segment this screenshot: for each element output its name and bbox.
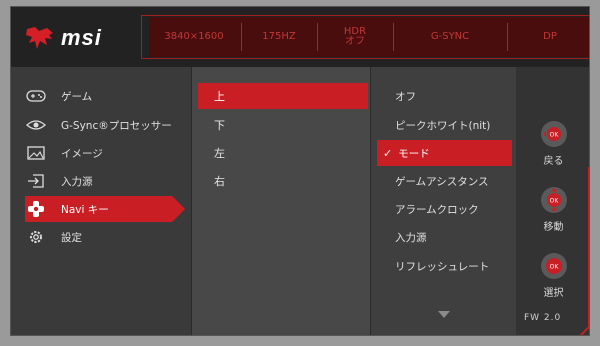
menu-item-settings[interactable]: 設定 [25,224,185,250]
osd-header: msi 3840×1600 175HZ HDR オフ G-SYNC DP [11,7,589,67]
joystick-press-icon: OK [540,253,567,279]
ok-text: OK [549,132,559,139]
image-icon [25,145,47,161]
ok-text: OK [549,198,559,205]
option-input-source[interactable]: 入力源 [377,224,512,250]
function-options: オフ ピークホワイト(nit) ✓ モード ゲームアシスタンス アラームクロック… [371,67,516,335]
status-hdr: HDR オフ [319,17,391,57]
joystick-left-icon: OK [540,121,567,147]
option-off[interactable]: オフ [377,83,512,109]
firmware-version: FW 2.0 [524,313,562,323]
sub-item-right[interactable]: 右 [198,168,368,194]
move-label: 移動 [543,222,564,233]
option-refresh-rate[interactable]: リフレッシュレート [377,253,512,279]
gamepad-icon [25,88,47,104]
menu-item-label: Navi キー [61,203,109,216]
menu-item-game[interactable]: ゲーム [25,83,185,109]
back-label: 戻る [543,156,564,167]
menu-item-label: イメージ [61,147,103,160]
status-hdr-value: オフ [345,36,365,47]
navi-key-icon [25,201,47,217]
back-control: OK 戻る [516,119,589,167]
option-label: モード [398,147,430,160]
menu-item-label: 設定 [61,231,82,244]
menu-item-gsync-processor[interactable]: G-Sync®プロセッサー [25,112,185,138]
menu-item-navi-key[interactable]: Navi キー [25,196,185,222]
sub-item-up[interactable]: 上 [198,83,368,109]
status-separator [393,23,394,51]
menu-item-image[interactable]: イメージ [25,140,185,166]
option-game-assistance[interactable]: ゲームアシスタンス [377,168,512,194]
option-mode[interactable]: ✓ モード [377,140,512,166]
status-resolution: 3840×1600 [164,31,224,42]
input-icon [25,173,47,189]
status-input: DP [543,31,557,42]
status-separator [507,23,508,51]
menu-item-label: ゲーム [61,90,93,103]
gear-icon [25,229,47,245]
joystick-updown-icon: OK [540,187,567,213]
checkmark-icon: ✓ [383,146,393,160]
status-separator [317,23,318,51]
msi-dragon-icon [26,27,53,49]
option-peak-white[interactable]: ピークホワイト(nit) [377,112,512,138]
menu-item-label: 入力源 [61,175,93,188]
sub-item-left[interactable]: 左 [198,140,368,166]
status-separator [241,23,242,51]
select-label: 選択 [543,288,564,299]
monitor-osd: msi 3840×1600 175HZ HDR オフ G-SYNC DP ゲーム [10,6,590,336]
msi-logo: msi [25,25,102,51]
brand-name: msi [61,25,102,50]
ok-text: OK [549,264,559,271]
option-alarm-clock[interactable]: アラームクロック [377,196,512,222]
scroll-down-icon[interactable] [438,311,450,318]
menu-item-input-source[interactable]: 入力源 [25,168,185,194]
status-strip: 3840×1600 175HZ HDR オフ G-SYNC DP [149,17,589,57]
sub-item-down[interactable]: 下 [198,112,368,138]
menu-item-label: G-Sync®プロセッサー [61,119,172,132]
status-gsync: G-SYNC [430,31,470,42]
main-menu: ゲーム G-Sync®プロセッサー イメージ 入力源 Navi キー 設定 [11,67,191,335]
eye-icon [25,117,47,133]
navi-direction-menu: 上 下 左 右 [191,67,371,335]
status-refresh-rate: 175HZ [262,31,296,42]
decorative-red-edge [579,167,589,335]
